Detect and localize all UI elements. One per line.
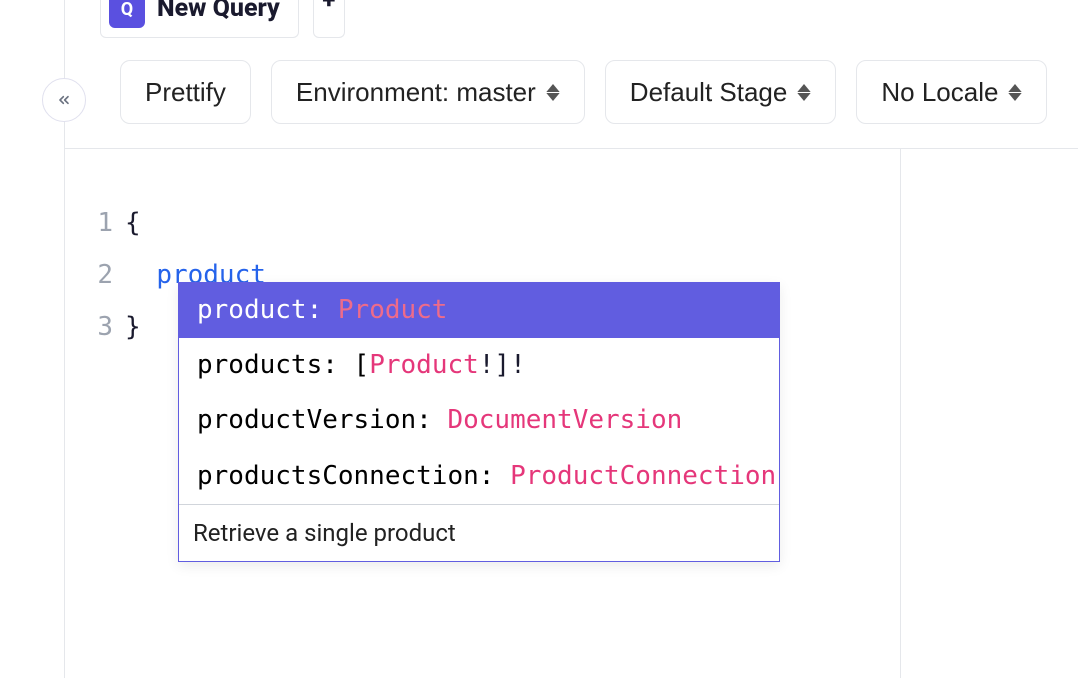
- line-number: 3: [85, 301, 113, 353]
- environment-dropdown[interactable]: Environment: master: [271, 60, 585, 124]
- autocomplete-item[interactable]: productsConnection: ProductConnection: [179, 449, 779, 504]
- sort-icon: [1008, 84, 1022, 101]
- results-panel: [900, 149, 1078, 678]
- tab-bar: Q New Query +: [65, 0, 1078, 38]
- toolbar: Prettify Environment: master Default Sta…: [120, 60, 1047, 124]
- autocomplete-popup: product: Product products: [Product!]! p…: [178, 282, 780, 562]
- tab-label: New Query: [157, 0, 280, 23]
- query-icon: Q: [109, 0, 145, 28]
- autocomplete-item[interactable]: products: [Product!]!: [179, 338, 779, 393]
- line-gutter: 1 2 3: [85, 197, 125, 678]
- autocomplete-item[interactable]: product: Product: [179, 283, 779, 338]
- add-tab-button[interactable]: +: [313, 0, 345, 38]
- plus-icon: +: [322, 0, 335, 14]
- autocomplete-item[interactable]: productVersion: DocumentVersion: [179, 393, 779, 448]
- chevron-double-left-icon: [56, 92, 72, 108]
- code-line: {: [125, 197, 266, 249]
- sort-icon: [797, 84, 811, 101]
- prettify-button[interactable]: Prettify: [120, 60, 251, 124]
- autocomplete-description: Retrieve a single product: [179, 504, 779, 561]
- stage-dropdown[interactable]: Default Stage: [605, 60, 837, 124]
- tab-new-query[interactable]: Q New Query: [100, 0, 299, 38]
- sort-icon: [546, 84, 560, 101]
- collapse-sidebar-button[interactable]: [42, 78, 86, 122]
- line-number: 2: [85, 249, 113, 301]
- locale-dropdown[interactable]: No Locale: [856, 60, 1047, 124]
- line-number: 1: [85, 197, 113, 249]
